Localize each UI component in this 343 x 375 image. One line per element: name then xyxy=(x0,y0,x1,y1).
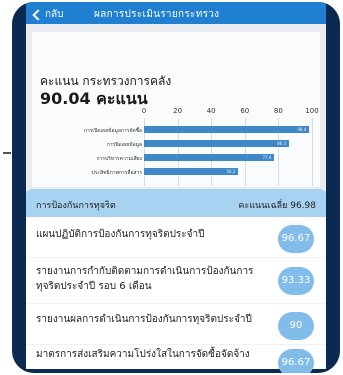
bar: 56.2 xyxy=(144,168,239,175)
sheet-title: การป้องกันการทุจริต xyxy=(36,201,116,211)
screen: คะแนน กระทรวงการคลัง 90.04 คะแนน 0 20 40 60… xyxy=(26,24,326,373)
list-item[interactable]: รายงานการกำกับติดตามการดำเนินการป้องกันก… xyxy=(26,257,326,304)
top-bar: กลับ ผลการประเมินรายกระทรวง xyxy=(26,2,326,24)
bar-category-label: การปิดเผยข้อมูล xyxy=(106,142,142,148)
list-item-text: รายงานผลการดำเนินการป้องกันการทุจริตประจ… xyxy=(36,314,252,325)
back-label: กลับ xyxy=(45,9,64,20)
bar-chart: 0 20 40 60 80 100 การเปิดเผยข้อมูลการจัดซื้อ 98… xyxy=(32,104,320,186)
bar-value-label: 86.3 xyxy=(277,141,286,146)
x-tick-label: 60 xyxy=(240,107,250,115)
x-tick-label: 80 xyxy=(273,107,283,115)
page-title: ผลการประเมินรายกระทรวง xyxy=(94,9,220,20)
chevron-left-icon xyxy=(32,8,44,21)
bar-category-label: การเปิดเผยข้อมูลการจัดซื้อ xyxy=(83,128,142,134)
list-item[interactable]: รายงานผลการดำเนินการป้องกันการทุจริตประจ… xyxy=(26,304,326,345)
bar-category-label: ประสิทธิภาพการสื่อสาร xyxy=(91,170,142,176)
list-item-text: มาตรการส่งเสริมความโปร่งใสในการจัดซื้อจั… xyxy=(36,349,250,360)
list-item[interactable]: มาตรการส่งเสริมความโปร่งใสในการจัดซื้อจั… xyxy=(26,345,326,373)
bar-category-label: การบริหารความเสี่ยง xyxy=(96,156,142,162)
x-tick-label: 20 xyxy=(173,107,183,115)
sheet-header: การป้องกันการทุจริต คะแนนเฉลี่ย 96.98 xyxy=(26,189,326,217)
phone-frame: กลับ ผลการประเมินรายกระทรวง คะแนน กระทรว… xyxy=(12,2,340,373)
score-badge: 96.67 xyxy=(278,349,314,373)
x-tick-label: 0 xyxy=(141,107,147,115)
list-item[interactable]: แผนปฏิบัติการป้องกันการทุจริตประจำปี 96.… xyxy=(26,217,326,258)
score-badge: 93.33 xyxy=(278,267,314,295)
back-button[interactable]: กลับ xyxy=(32,7,64,22)
bar: 98.4 xyxy=(144,126,310,133)
bar-value-label: 77.6 xyxy=(262,155,272,160)
edge-dash xyxy=(3,152,11,154)
score-badge: 96.67 xyxy=(278,225,314,253)
x-tick-label: 40 xyxy=(206,107,216,115)
detail-sheet: การป้องกันการทุจริต คะแนนเฉลี่ย 96.98 แผ… xyxy=(26,189,326,373)
bar-value-label: 56.2 xyxy=(226,169,236,174)
sheet-average: คะแนนเฉลี่ย 96.98 xyxy=(238,201,316,211)
score-badge: 90 xyxy=(278,312,314,340)
x-tick-label: 100 xyxy=(305,107,319,115)
bar: 86.3 xyxy=(144,140,289,147)
bar: 77.6 xyxy=(144,154,275,161)
bar-value-label: 98.4 xyxy=(297,127,307,132)
chart-gridline xyxy=(312,118,313,186)
list-item-text: รายงานการกำกับติดตามการดำเนินการป้องกันก… xyxy=(36,266,254,292)
list-item-text: แผนปฏิบัติการป้องกันการทุจริตประจำปี xyxy=(36,229,205,240)
